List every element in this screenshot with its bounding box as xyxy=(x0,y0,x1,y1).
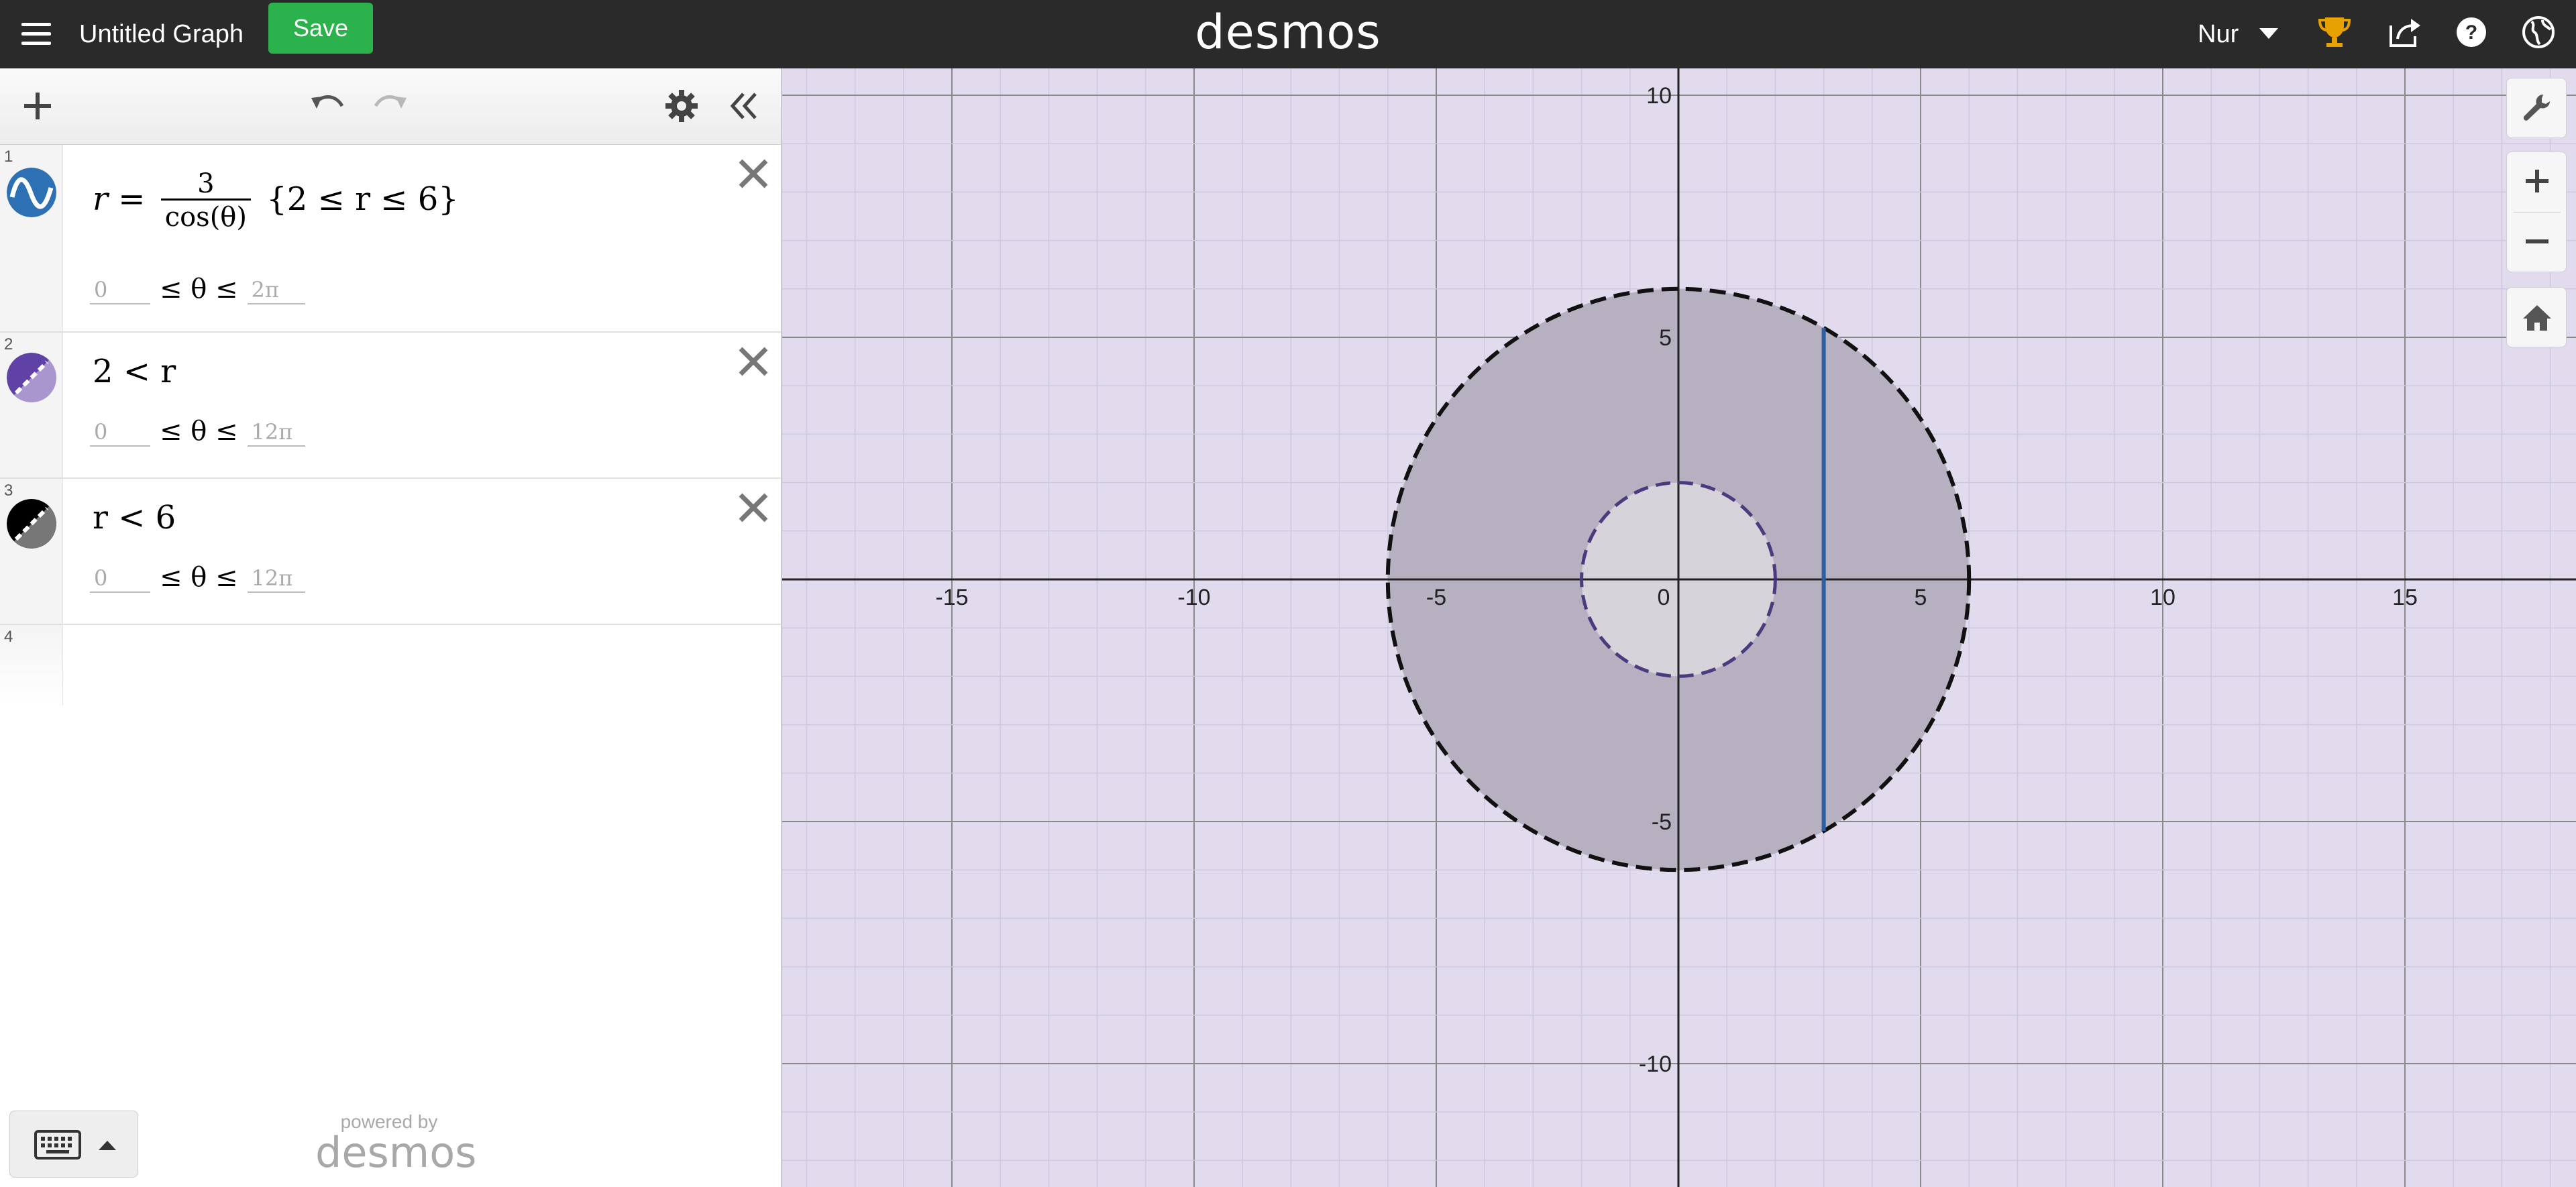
expression-toolbar xyxy=(0,68,781,145)
expression-item-2[interactable]: 2 2 < r 0 ≤ θ ≤ 12π xyxy=(0,333,781,479)
plus-icon[interactable] xyxy=(17,86,58,126)
theta-inequality: ≤ θ ≤ xyxy=(160,562,238,593)
expression-number: 4 xyxy=(4,628,13,646)
expression-panel: 1 r = 3 cos(θ) {2 ≤ r ≤ 6} 0 ≤ θ ≤ 2π 2 2… xyxy=(0,68,782,1187)
expression-item-1[interactable]: 1 r = 3 cos(θ) {2 ≤ r ≤ 6} 0 ≤ θ ≤ 2π xyxy=(0,145,781,333)
curve-color-icon[interactable] xyxy=(7,168,56,217)
zoom-divider xyxy=(2514,212,2561,213)
graph-plot[interactable]: -15 -10 -5 0 5 10 15 10 5 -5 -10 xyxy=(782,68,2576,1187)
expression-formula[interactable]: r = 3 cos(θ) {2 ≤ r ≤ 6} xyxy=(93,169,459,234)
theta-max-input[interactable]: 12π xyxy=(247,418,305,447)
delete-expression-icon[interactable] xyxy=(735,156,771,192)
gear-icon[interactable] xyxy=(661,86,702,126)
top-bar: Untitled Graph Save desmos Nur ? xyxy=(0,0,2576,68)
x-tick-label: 0 xyxy=(1658,585,1670,610)
y-tick-label: -10 xyxy=(1639,1052,1672,1077)
theta-inequality: ≤ θ ≤ xyxy=(160,274,238,304)
expression-formula[interactable]: r < 6 xyxy=(93,499,176,536)
y-tick-label: -5 xyxy=(1652,809,1672,835)
theta-min-input[interactable]: 0 xyxy=(90,565,150,593)
trophy-icon[interactable] xyxy=(2314,12,2355,52)
expression-item-4[interactable]: 4 xyxy=(0,625,781,705)
redo-icon[interactable] xyxy=(370,86,411,126)
expression-item-3[interactable]: 3 r < 6 0 ≤ θ ≤ 12π xyxy=(0,479,781,625)
theta-inequality: ≤ θ ≤ xyxy=(160,416,238,447)
delete-expression-icon[interactable] xyxy=(735,343,771,380)
home-icon xyxy=(2523,305,2551,331)
keyboard-toggle-button[interactable] xyxy=(9,1111,138,1178)
powered-by-desmos[interactable]: powered by desmos xyxy=(315,1112,477,1177)
zoom-out-button[interactable] xyxy=(2522,226,2553,257)
double-chevron-left-icon[interactable] xyxy=(723,86,763,126)
fraction-numerator: 3 xyxy=(160,169,251,201)
theta-limits: 0 ≤ θ ≤ 12π xyxy=(90,416,305,447)
expression-gutter: 4 xyxy=(0,625,63,705)
expression-formula[interactable]: 2 < r xyxy=(93,353,176,390)
expression-number: 2 xyxy=(4,335,13,353)
x-tick-label: -10 xyxy=(1177,585,1210,610)
formula-lhs: r = xyxy=(93,180,146,218)
x-tick-label: 15 xyxy=(2392,585,2418,610)
theta-limits: 0 ≤ θ ≤ 2π xyxy=(90,274,305,304)
x-tick-label: 5 xyxy=(1915,585,1927,610)
graph-canvas[interactable]: -15 -10 -5 0 5 10 15 10 5 -5 -10 xyxy=(782,68,2576,1187)
caret-up-icon xyxy=(99,1141,116,1150)
theta-limits: 0 ≤ θ ≤ 12π xyxy=(90,562,305,593)
theta-max-input[interactable]: 2π xyxy=(247,276,305,304)
dashed-inequality-color-icon[interactable] xyxy=(7,499,56,549)
powered-by-logo: desmos xyxy=(315,1128,477,1177)
delete-expression-icon[interactable] xyxy=(735,490,771,526)
domain-restriction: {2 ≤ r ≤ 6} xyxy=(266,180,459,218)
help-icon[interactable]: ? xyxy=(2451,12,2491,52)
zoom-controls xyxy=(2506,152,2567,272)
fraction-denominator: cos(θ) xyxy=(164,202,247,233)
default-viewport-button[interactable] xyxy=(2506,287,2567,347)
theta-min-input[interactable]: 0 xyxy=(90,418,150,447)
wrench-icon xyxy=(2523,95,2550,121)
hamburger-menu-icon[interactable] xyxy=(19,16,54,51)
y-tick-label: 10 xyxy=(1646,83,1672,109)
x-tick-label: -5 xyxy=(1426,585,1446,610)
globe-icon[interactable] xyxy=(2518,12,2559,52)
graph-title[interactable]: Untitled Graph xyxy=(79,15,244,54)
caret-down-icon[interactable] xyxy=(2257,23,2281,43)
dashed-inequality-color-icon[interactable] xyxy=(7,353,56,402)
expression-gutter: 2 xyxy=(0,333,63,477)
expression-number: 1 xyxy=(4,148,13,166)
y-tick-label: 5 xyxy=(1659,325,1672,351)
desmos-logo: desmos xyxy=(1195,5,1381,60)
expression-number: 3 xyxy=(4,482,13,500)
x-tick-label: 10 xyxy=(2150,585,2176,610)
expression-gutter: 1 xyxy=(0,145,63,331)
x-tick-label: -15 xyxy=(935,585,968,610)
expression-gutter: 3 xyxy=(0,479,63,624)
zoom-in-button[interactable] xyxy=(2522,166,2553,196)
theta-max-input[interactable]: 12π xyxy=(247,565,305,593)
theta-min-input[interactable]: 0 xyxy=(90,276,150,304)
keyboard-icon xyxy=(34,1130,81,1160)
undo-icon[interactable] xyxy=(307,86,347,126)
svg-text:?: ? xyxy=(2465,21,2477,44)
share-icon[interactable] xyxy=(2384,12,2424,52)
fraction: 3 cos(θ) xyxy=(160,169,251,234)
save-button[interactable]: Save xyxy=(268,3,373,54)
user-menu[interactable]: Nur xyxy=(2198,15,2239,54)
graph-settings-button[interactable] xyxy=(2506,78,2567,138)
